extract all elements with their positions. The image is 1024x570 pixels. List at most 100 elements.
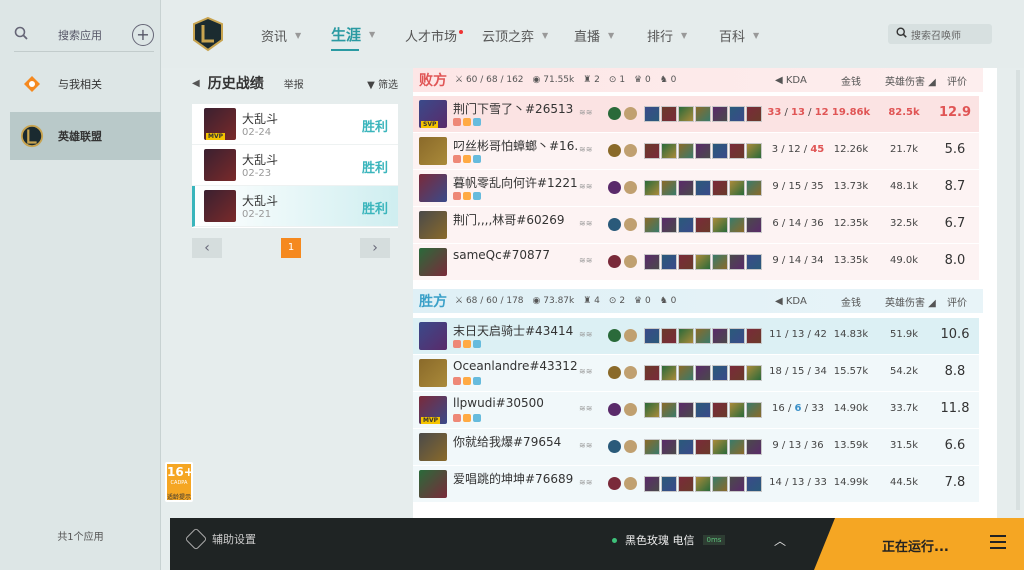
running-label: 正在运行... (882, 540, 949, 555)
add-app-button[interactable]: + (132, 23, 154, 46)
item-icon (678, 217, 694, 233)
nav-talent-market[interactable]: 人才市场 (405, 26, 464, 45)
summoner-search[interactable]: 搜索召唤师 (888, 24, 992, 44)
team-inhibitors: ⊙ 1 (608, 75, 626, 85)
nav-label: 生涯 (331, 26, 362, 44)
age-rating-org: CADPA (170, 480, 188, 486)
player-name[interactable]: llpwudi#30500 (453, 396, 577, 410)
team-inhibitors: ⊙ 2 (608, 296, 626, 306)
match-item[interactable]: 大乱斗 02-23 胜利 (192, 145, 398, 186)
current-page[interactable]: 1 (281, 238, 301, 258)
player-name[interactable]: 你就给我爆#79654 (453, 433, 577, 450)
player-row[interactable]: 末日天启骑士#43414 ≋≋ 11 / 13 / 42 14.83k 51.9k 10.… (413, 318, 979, 354)
player-row[interactable]: 爱唱跳的坤坤#76689 ≋≋ 14 / 13 / 33 14.99k 44.5k 7.8 (413, 466, 979, 502)
sidebar-item-lol[interactable]: 英雄联盟 (10, 112, 161, 160)
player-damage: 51.9k (889, 329, 919, 340)
report-button[interactable]: 举报 (284, 76, 304, 91)
player-gold: 12.26k (833, 144, 869, 155)
item-icon (712, 328, 728, 344)
item-icon (695, 402, 711, 418)
player-damage: 44.5k (889, 477, 919, 488)
player-row[interactable]: MVP llpwudi#30500 ≋≋ 16 / 6 / 33 14.90k 33.7k… (413, 392, 979, 428)
item-icon (678, 439, 694, 455)
player-name[interactable]: Oceanlandre#43312 (453, 359, 577, 373)
player-row[interactable]: Oceanlandre#43312 ≋≋ 18 / 15 / 34 15.57k 54.… (413, 355, 979, 391)
spell-icon (624, 366, 637, 379)
filter-button[interactable]: ▼ 筛选 (367, 76, 398, 91)
next-page-button[interactable]: › (360, 238, 390, 258)
nav-live[interactable]: 直播 ▼ (574, 26, 614, 45)
nav-wiki[interactable]: 百科 ▼ (719, 26, 759, 45)
match-item[interactable]: MVP 大乱斗 02-24 胜利 (192, 104, 398, 145)
player-gold: 13.59k (833, 440, 869, 451)
player-damage: 49.0k (889, 255, 919, 266)
player-name[interactable]: 荆门,,,,林哥#60269 (453, 211, 577, 228)
kda-deaths: 13 (791, 329, 805, 340)
app-search[interactable]: 搜索应用 + (14, 18, 154, 52)
player-name[interactable]: 暮帆零乱向何许#12217 (453, 174, 577, 191)
player-name[interactable]: 爱唱跳的坤坤#76689 (453, 470, 577, 487)
team-dragon-value: 0 (670, 75, 677, 85)
item-icon (661, 106, 677, 122)
player-row[interactable]: SVP 荆门下雪了丶#26513 ≋≋ 33 / 13 / 12 19.86k 82.5k… (413, 96, 979, 132)
kda-assists: 34 (810, 255, 824, 266)
player-kda: 9 / 15 / 35 (772, 181, 824, 192)
item-icon (678, 180, 694, 196)
player-name[interactable]: sameQc#70877 (453, 248, 577, 262)
item-slots (644, 365, 762, 381)
nav-tft[interactable]: 云顶之弈 ▼ (482, 26, 548, 45)
summoner-search-input[interactable]: 搜索召唤师 (911, 27, 961, 42)
tag-icon (463, 414, 471, 422)
item-icon (695, 180, 711, 196)
lose-team-header: 败方 ⚔ 60 / 68 / 162 ◉ 71.55k ♜ 2 ⊙ 1 ♛ 0 … (413, 68, 983, 92)
app-search-input[interactable]: 搜索应用 (58, 27, 132, 43)
match-mode: 大乱斗 (242, 153, 279, 167)
item-slots (644, 476, 762, 492)
item-icon (746, 106, 762, 122)
match-mode: 大乱斗 (242, 112, 279, 126)
kda-assists: 33 (811, 403, 824, 414)
match-result: 胜利 (361, 120, 388, 135)
nav-news[interactable]: 资讯 ▼ (261, 26, 301, 45)
spell-icon (624, 255, 637, 268)
player-row[interactable]: sameQc#70877 ≋≋ 9 / 14 / 34 13.35k 49.0k 8.0 (413, 244, 979, 280)
player-row[interactable]: 荆门,,,,林哥#60269 ≋≋ 6 / 14 / 36 12.35k 32.5k 6.… (413, 207, 979, 243)
team-kda: ⚔ 60 / 68 / 162 (455, 75, 524, 85)
player-tags (453, 414, 481, 422)
team-towers-value: 2 (594, 75, 600, 85)
player-name[interactable]: 荆门下雪了丶#26513 (453, 100, 577, 117)
rank-wings-icon: ≋≋ (579, 256, 593, 265)
menu-icon[interactable] (990, 535, 1006, 549)
team-kda: ⚔ 68 / 60 / 178 (455, 296, 524, 306)
item-icon (746, 365, 762, 381)
match-result: 胜利 (361, 161, 388, 176)
item-slots (644, 143, 762, 159)
chevron-left-icon[interactable]: ◀ (192, 78, 200, 89)
item-icon (712, 476, 728, 492)
champion-avatar (419, 470, 447, 498)
lol-logo[interactable] (191, 16, 225, 52)
prev-page-button[interactable]: ‹ (192, 238, 222, 258)
spell-icon (608, 218, 621, 231)
player-row[interactable]: 暮帆零乱向何许#12217 ≋≋ 9 / 15 / 35 13.73k 48.1k 8.7 (413, 170, 979, 206)
match-item-selected[interactable]: 大乱斗 02-21 胜利 (192, 186, 398, 227)
scrollbar[interactable] (1016, 70, 1020, 510)
nav-ranking[interactable]: 排行 ▼ (647, 26, 687, 45)
player-row[interactable]: 你就给我爆#79654 ≋≋ 9 / 13 / 36 13.59k 31.5k 6.6 (413, 429, 979, 465)
player-name[interactable]: 叼丝彬哥怕蟑螂丶#16... (453, 137, 577, 154)
item-icon (695, 106, 711, 122)
team-kda-value: 60 / 68 / 162 (465, 75, 524, 85)
assist-settings-button[interactable]: 辅助设置 (184, 527, 256, 551)
player-score: 5.6 (944, 142, 966, 157)
player-row[interactable]: 叼丝彬哥怕蟑螂丶#16... ≋≋ 3 / 12 / 45 12.26k 21.7k 5.… (413, 133, 979, 169)
chevron-up-icon[interactable]: ︿ (774, 532, 786, 549)
search-icon (896, 27, 907, 41)
sidebar-item-related[interactable]: 与我相关 (10, 64, 160, 104)
nav-career[interactable]: 生涯 ▼ (331, 24, 376, 51)
player-name[interactable]: 末日天启骑士#43414 (453, 322, 577, 339)
item-icon (644, 439, 660, 455)
running-button[interactable]: 正在运行... (814, 518, 1024, 570)
item-icon (644, 180, 660, 196)
chevron-down-icon: ▼ (369, 30, 376, 39)
item-icon (712, 217, 728, 233)
